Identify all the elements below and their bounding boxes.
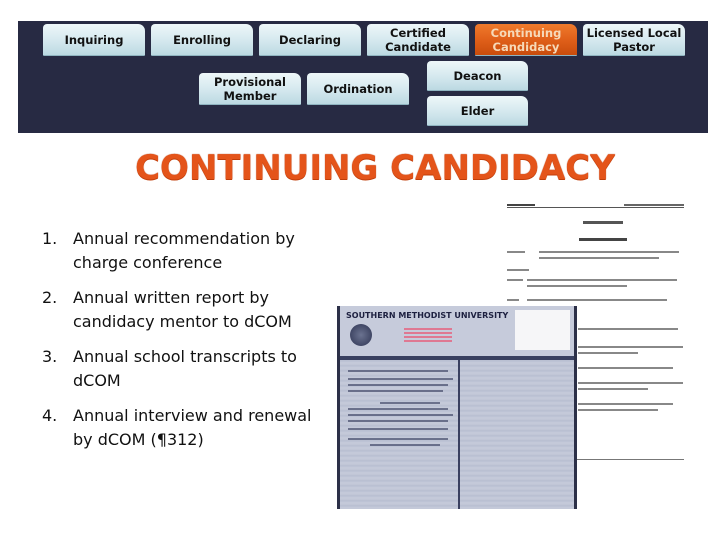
transcript-row	[348, 378, 453, 380]
step-label: Deacon	[453, 68, 502, 83]
transcript-row	[348, 408, 448, 410]
transcript-row	[348, 390, 443, 392]
doc-text-line	[527, 279, 677, 281]
doc-text-line	[527, 285, 627, 287]
step-licensed-local-pastor[interactable]: Licensed Local Pastor	[583, 24, 685, 56]
transcript-column-bar	[340, 356, 574, 360]
transcript-column-divider	[458, 360, 460, 509]
step-label: Enrolling	[173, 32, 231, 47]
item-text: Annual recommendation by charge conferen…	[73, 229, 295, 272]
step-enrolling[interactable]: Enrolling	[151, 24, 253, 56]
step-label: Declaring	[279, 32, 341, 47]
university-transcript-image: SOUTHERN METHODIST UNIVERSITY	[337, 306, 577, 509]
step-label-line1: Licensed Local	[586, 25, 682, 40]
transcript-row	[348, 438, 448, 440]
doc-text-line	[578, 409, 658, 411]
requirement-item: 4. Annual interview and renewal by dCOM …	[40, 404, 320, 452]
doc-text-line	[578, 346, 683, 348]
step-label-line1: Certified	[390, 25, 446, 40]
requirement-item: 2. Annual written report by candidacy me…	[40, 286, 320, 334]
step-provisional-member[interactable]: Provisional Member	[199, 73, 301, 105]
item-number: 3.	[42, 347, 58, 366]
transcript-address-box	[515, 310, 570, 350]
step-ordination[interactable]: Ordination	[307, 73, 409, 105]
doc-text-line	[507, 299, 519, 301]
doc-text-line	[578, 367, 673, 369]
requirement-item: 3. Annual school transcripts to dCOM	[40, 345, 320, 393]
doc-text-line	[578, 388, 648, 390]
doc-text-line	[578, 328, 678, 330]
transcript-row	[348, 370, 448, 372]
doc-text-line	[527, 299, 667, 301]
transcript-university-name: SOUTHERN METHODIST UNIVERSITY	[346, 311, 509, 320]
doc-text-line	[507, 251, 525, 253]
step-declaring[interactable]: Declaring	[259, 24, 361, 56]
step-certified-candidate[interactable]: Certified Candidate	[367, 24, 469, 56]
doc-header-right	[624, 204, 684, 206]
doc-text-line	[539, 251, 679, 253]
step-label-line2: Candidate	[385, 39, 451, 54]
step-label: Elder	[460, 103, 495, 118]
step-deacon[interactable]: Deacon	[427, 61, 528, 91]
transcript-row	[380, 402, 440, 404]
transcript-row	[348, 384, 448, 386]
doc-heading	[583, 221, 623, 224]
doc-text-line	[507, 269, 529, 271]
transcript-row	[348, 428, 448, 430]
step-label: Inquiring	[64, 32, 124, 47]
doc-text-line	[578, 403, 673, 405]
doc-header-left	[507, 204, 535, 206]
requirement-item: 1. Annual recommendation by charge confe…	[40, 227, 320, 275]
item-text: Annual interview and renewal by dCOM (¶3…	[73, 406, 312, 449]
transcript-red-stamp	[404, 328, 452, 342]
requirements-list: 1. Annual recommendation by charge confe…	[40, 227, 320, 463]
step-label-line2: Pastor	[613, 39, 655, 54]
step-label-line1: Continuing	[490, 25, 562, 40]
transcript-row	[370, 444, 440, 446]
step-label-line1: Provisional	[213, 74, 286, 89]
transcript-row	[348, 414, 453, 416]
step-label-line2: Candidacy	[492, 39, 560, 54]
item-text: Annual school transcripts to dCOM	[73, 347, 297, 390]
item-text: Annual written report by candidacy mento…	[73, 288, 292, 331]
doc-subheading	[579, 238, 627, 241]
doc-text-line	[578, 352, 638, 354]
item-number: 2.	[42, 288, 58, 307]
step-continuing-candidacy[interactable]: Continuing Candidacy	[475, 24, 577, 56]
step-label-line2: Member	[223, 88, 277, 103]
transcript-row	[348, 420, 448, 422]
step-inquiring[interactable]: Inquiring	[43, 24, 145, 56]
slide-title: CONTINUING CANDIDACY	[135, 148, 615, 188]
doc-text-line	[578, 382, 683, 384]
step-elder[interactable]: Elder	[427, 96, 528, 126]
step-label: Ordination	[323, 81, 393, 96]
doc-text-line	[539, 257, 659, 259]
university-seal-icon	[350, 324, 372, 346]
item-number: 4.	[42, 406, 58, 425]
item-number: 1.	[42, 229, 58, 248]
doc-text-line	[507, 279, 523, 281]
